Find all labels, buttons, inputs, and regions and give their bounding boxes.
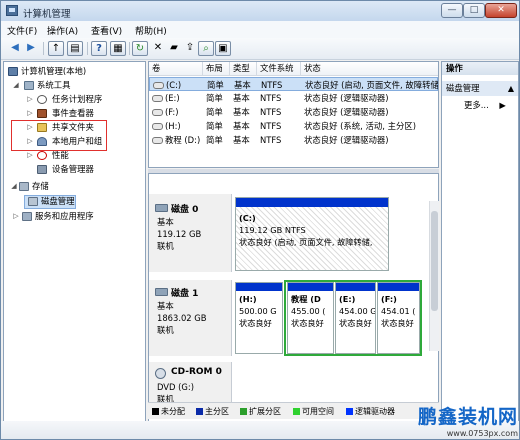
minimize-button[interactable]: — bbox=[441, 3, 463, 18]
expand-arrow-icon[interactable]: ▷ bbox=[26, 107, 34, 120]
legend-swatch bbox=[240, 408, 247, 415]
expand-arrow-icon[interactable]: ▷ bbox=[26, 93, 34, 106]
toolbar-separator bbox=[43, 42, 44, 55]
legend-swatch bbox=[346, 408, 353, 415]
show-hide-tree-icon[interactable]: ▤ bbox=[67, 41, 83, 56]
watermark: 鹏鑫装机网 www.0753px.com bbox=[418, 402, 518, 438]
volume-row[interactable]: 教程 (D:) 简单 基本 NTFS 状态良好 (逻辑驱动器) bbox=[149, 133, 438, 147]
tools-icon bbox=[24, 81, 34, 90]
navigation-tree: 计算机管理(本地) ◢ 系统工具 ▷ 任务计划程序 ▷ 事件查看器 ▷ 共享文件… bbox=[3, 61, 146, 437]
scrollbar-thumb[interactable] bbox=[431, 211, 438, 311]
back-icon[interactable]: ◀ bbox=[7, 41, 23, 56]
legend-swatch bbox=[196, 408, 203, 415]
search-icon[interactable]: ⌕ bbox=[198, 41, 214, 56]
volume-list: 卷 布局 类型 文件系统 状态 (C:) 简单 基本 NTFS 状态良好 (启动… bbox=[148, 61, 439, 168]
actions-more-link[interactable]: 更多... ▶ bbox=[464, 99, 506, 111]
watermark-url: www.0753px.com bbox=[446, 429, 518, 438]
column-header-filesystem[interactable]: 文件系统 bbox=[257, 62, 301, 75]
computer-management-icon bbox=[6, 5, 18, 16]
close-button[interactable]: ✕ bbox=[485, 3, 517, 18]
cdrom-0-label[interactable]: CD-ROM 0 DVD (G:) 联机 bbox=[149, 362, 232, 404]
storage-highlight-box bbox=[11, 120, 107, 151]
expand-arrow-icon[interactable]: ▷ bbox=[12, 210, 20, 223]
volume-list-header: 卷 布局 类型 文件系统 状态 bbox=[149, 62, 438, 76]
legend-item: 扩展分区 bbox=[240, 406, 281, 417]
properties-icon[interactable]: ▦ bbox=[110, 41, 126, 56]
cd-rom-icon bbox=[155, 368, 166, 379]
disk-0-label[interactable]: 磁盘 0 基本 119.12 GB 联机 bbox=[149, 194, 232, 272]
column-header-status[interactable]: 状态 bbox=[301, 62, 438, 75]
computer-icon bbox=[8, 67, 18, 76]
disk-map: 磁盘 0 基本 119.12 GB 联机 (C:) 119.12 GB NTFS… bbox=[148, 173, 439, 437]
toolbar: ◀ ▶ ↑ ▤ ? ▦ ↻ ✕ ▰ ⇪ ⌕ ▣ bbox=[1, 38, 519, 60]
menu-action[interactable]: 操作(A) bbox=[47, 24, 78, 37]
disk-map-scrollbar[interactable] bbox=[429, 201, 439, 351]
export-icon[interactable]: ⇪ bbox=[182, 41, 198, 56]
primary-partition-bar bbox=[236, 198, 388, 207]
up-folder-icon[interactable]: ↑ bbox=[48, 41, 64, 56]
menu-bar: 文件(F) 操作(A) 查看(V) 帮助(H) bbox=[1, 21, 519, 39]
clock-icon bbox=[37, 95, 47, 104]
delete-icon[interactable]: ✕ bbox=[150, 41, 166, 56]
title-bar: 计算机管理 — □ ✕ bbox=[1, 1, 519, 21]
drive-icon bbox=[153, 82, 164, 89]
toolbar-separator bbox=[129, 42, 130, 55]
help-icon[interactable]: ? bbox=[91, 41, 107, 56]
volume-row[interactable]: (E:) 简单 基本 NTFS 状态良好 (逻辑驱动器) bbox=[149, 91, 438, 105]
legend-item: 逻辑驱动器 bbox=[346, 406, 395, 417]
primary-partition-bar bbox=[236, 283, 282, 291]
actions-section-disk-management[interactable]: 磁盘管理 ▲ bbox=[442, 81, 518, 96]
drive-icon bbox=[152, 95, 163, 102]
device-manager-icon bbox=[37, 165, 47, 174]
storage-icon bbox=[19, 182, 29, 191]
watermark-title: 鹏鑫装机网 bbox=[417, 406, 518, 428]
toolbar-separator bbox=[87, 42, 88, 55]
column-header-volume[interactable]: 卷 bbox=[149, 62, 203, 75]
menu-file[interactable]: 文件(F) bbox=[7, 24, 37, 37]
settings-icon[interactable]: ▣ bbox=[215, 41, 231, 56]
collapse-arrow-icon[interactable]: ◢ bbox=[12, 79, 20, 92]
legend-item: 可用空间 bbox=[293, 406, 334, 417]
submenu-arrow-icon: ▶ bbox=[499, 100, 506, 110]
column-header-layout[interactable]: 布局 bbox=[203, 62, 230, 75]
drive-icon bbox=[152, 137, 163, 144]
actions-pane: 操作 磁盘管理 ▲ 更多... ▶ bbox=[441, 61, 519, 437]
services-icon bbox=[22, 212, 32, 221]
legend-swatch bbox=[293, 408, 300, 415]
legend-item: 未分配 bbox=[152, 406, 185, 417]
volume-row[interactable]: (H:) 简单 基本 NTFS 状态良好 (系统, 活动, 主分区) bbox=[149, 119, 438, 133]
hard-disk-icon bbox=[155, 288, 168, 296]
maximize-button[interactable]: □ bbox=[463, 3, 485, 18]
partition-c[interactable]: (C:) 119.12 GB NTFS 状态良好 (启动, 页面文件, 故障转储… bbox=[235, 197, 389, 271]
legend-swatch bbox=[152, 408, 159, 415]
disk-management-icon bbox=[28, 197, 38, 206]
computer-management-window: 计算机管理 — □ ✕ 文件(F) 操作(A) 查看(V) 帮助(H) ◀ ▶ … bbox=[0, 0, 520, 440]
actions-header: 操作 bbox=[442, 62, 518, 75]
disk-legend: 未分配 主分区 扩展分区 可用空间 逻辑驱动器 bbox=[148, 402, 439, 419]
hard-disk-icon bbox=[155, 204, 168, 212]
window-title: 计算机管理 bbox=[23, 9, 71, 20]
performance-icon bbox=[37, 151, 47, 160]
collapse-arrow-icon[interactable]: ◢ bbox=[10, 180, 18, 193]
column-header-type[interactable]: 类型 bbox=[230, 62, 257, 75]
forward-icon[interactable]: ▶ bbox=[23, 41, 39, 56]
menu-view[interactable]: 查看(V) bbox=[91, 24, 122, 37]
refresh-icon[interactable]: ↻ bbox=[132, 41, 148, 56]
open-folder-icon[interactable]: ▰ bbox=[166, 41, 182, 56]
collapse-up-icon[interactable]: ▲ bbox=[508, 81, 514, 96]
extended-partition-outline bbox=[284, 280, 422, 356]
drive-icon bbox=[152, 123, 163, 130]
event-viewer-icon bbox=[37, 109, 47, 118]
disk-1-label[interactable]: 磁盘 1 基本 1863.02 GB 联机 bbox=[149, 280, 232, 356]
partition-h[interactable]: (H:) 500.00 G 状态良好 bbox=[235, 282, 283, 354]
volume-row[interactable]: (C:) 简单 基本 NTFS 状态良好 (启动, 页面文件, 故障转储 bbox=[149, 77, 438, 91]
drive-icon bbox=[152, 109, 163, 116]
volume-row[interactable]: (F:) 简单 基本 NTFS 状态良好 (逻辑驱动器) bbox=[149, 105, 438, 119]
menu-help[interactable]: 帮助(H) bbox=[135, 24, 167, 37]
legend-item: 主分区 bbox=[196, 406, 229, 417]
